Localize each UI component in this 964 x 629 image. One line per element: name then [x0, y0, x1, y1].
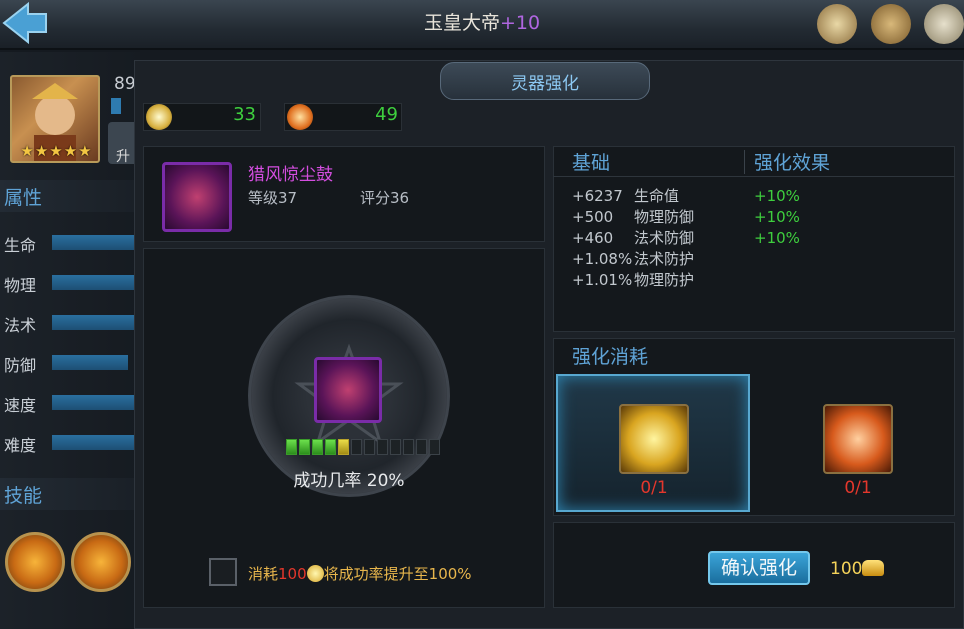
stat-row: +500 物理防御	[572, 208, 695, 226]
effect-value: +10%	[754, 229, 800, 247]
progress-pip	[286, 439, 297, 455]
scroll-icon[interactable]	[817, 4, 857, 44]
panel-title: 灵器强化	[511, 74, 579, 94]
stat-row: +460 法术防御	[572, 229, 695, 247]
star-icon: ★	[49, 142, 63, 160]
currency-value: 49	[375, 104, 398, 125]
attr-bar	[52, 315, 134, 330]
attr-label: 速度	[4, 396, 37, 415]
progress-pip	[299, 439, 310, 455]
material-count: 0/1	[844, 478, 872, 498]
attr-label: 防御	[4, 356, 37, 375]
materials-header: 强化消耗	[572, 346, 649, 368]
star-icon: ★	[63, 142, 78, 160]
gold-cost: 100	[830, 559, 885, 579]
coin-icon	[306, 565, 324, 582]
drum-item-icon	[314, 357, 382, 423]
star-icon: ★	[78, 142, 92, 160]
effect-value: +10%	[754, 208, 800, 226]
skills-section-header: 技能	[0, 478, 134, 510]
attr-label: 物理	[4, 276, 37, 295]
boost-description: 消耗100 将成功率提升至100%	[248, 565, 472, 583]
progress-pip	[377, 439, 388, 455]
star-icon: ★	[20, 142, 34, 160]
attr-bar	[52, 355, 128, 370]
progress-pip	[364, 439, 375, 455]
stat-row: +6237 生命值	[572, 187, 680, 205]
currency-value: 33	[233, 104, 256, 125]
attr-bar	[52, 395, 134, 410]
attributes-section-header: 属性	[0, 180, 134, 212]
fire-crystal-icon[interactable]	[823, 404, 893, 474]
hero-level: 89	[114, 74, 136, 94]
attr-bar	[52, 235, 134, 250]
attr-label: 生命	[4, 236, 37, 255]
skill-icon[interactable]	[5, 532, 65, 592]
gold-crystal-icon[interactable]	[619, 404, 689, 474]
medal-icon[interactable]	[871, 4, 911, 44]
progress-pip	[416, 439, 427, 455]
orb-icon	[146, 104, 172, 130]
skill-icon[interactable]	[71, 532, 131, 592]
progress-pip	[403, 439, 414, 455]
boost-checkbox[interactable]	[209, 558, 237, 586]
attr-label: 法术	[4, 316, 37, 335]
star-icon: ★	[34, 142, 49, 160]
enhance-progress-pips	[286, 439, 440, 455]
document-icon[interactable]	[924, 4, 964, 44]
effect-value: +10%	[754, 187, 800, 205]
item-score: 评分36	[360, 189, 410, 207]
progress-pip	[429, 439, 440, 455]
stat-list: +6237 生命值 +500 物理防御 +460 法术防御 +1.08% 法术防护 +1…	[572, 186, 694, 291]
swirl-icon	[287, 104, 313, 130]
material-count: 0/1	[640, 478, 668, 498]
item-level: 等级37	[248, 189, 298, 207]
attr-label: 难度	[4, 436, 37, 455]
progress-pip	[390, 439, 401, 455]
gold-ingot-icon	[862, 560, 885, 576]
progress-pip	[351, 439, 362, 455]
stat-row: +1.08% 法术防护	[572, 250, 695, 268]
attr-bar	[52, 275, 134, 290]
effect-list: +10% +10% +10%	[754, 186, 800, 249]
item-name: 猎风惊尘鼓	[248, 165, 333, 185]
effect-header: 强化效果	[754, 152, 831, 174]
progress-pip	[338, 439, 349, 455]
divider	[744, 150, 745, 174]
exp-bar	[111, 98, 121, 114]
base-header: 基础	[572, 152, 611, 174]
attr-bar	[52, 435, 134, 450]
stat-row: +1.01% 物理防护	[572, 271, 695, 289]
divider	[553, 176, 955, 177]
confirm-enhance-button[interactable]: 确认强化	[708, 551, 810, 585]
progress-pip	[325, 439, 336, 455]
progress-pip	[312, 439, 323, 455]
success-rate: 成功几率 20%	[293, 471, 405, 491]
hero-stars: ★ ★ ★ ★ ★	[12, 142, 100, 160]
drum-item-icon[interactable]	[162, 162, 232, 232]
